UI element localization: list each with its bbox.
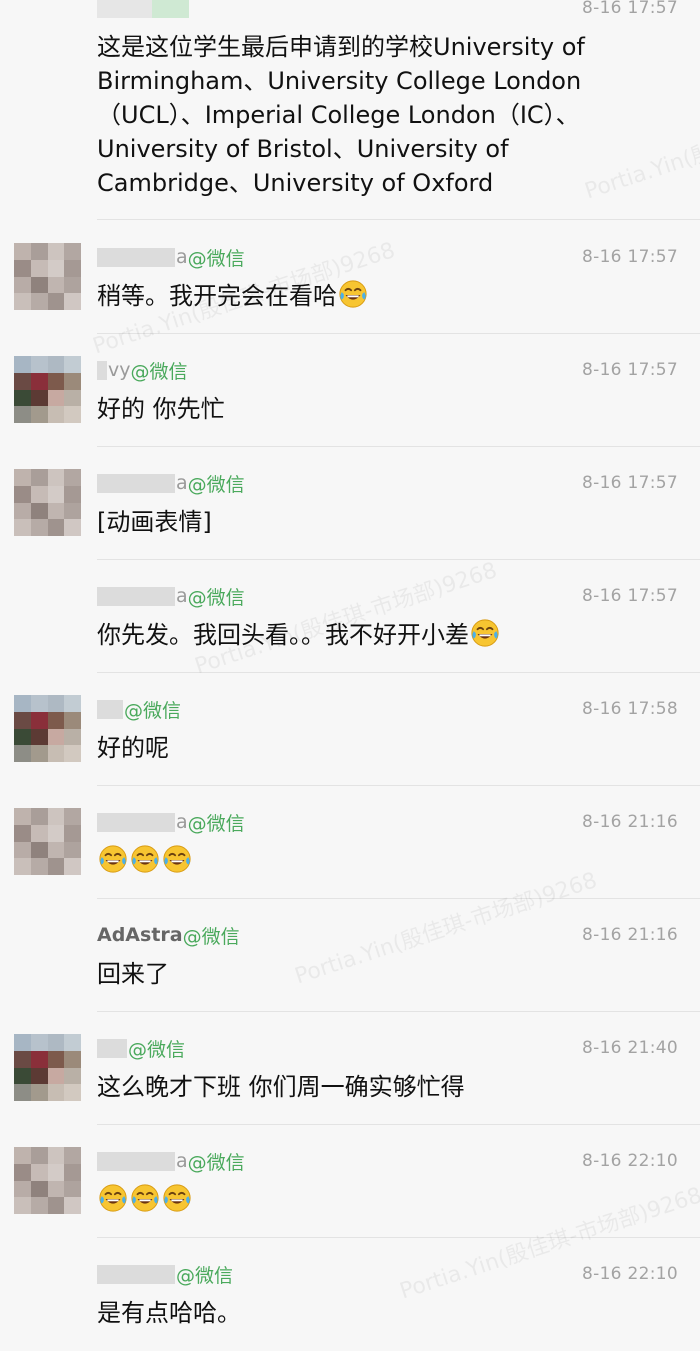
message-text: 好的 你先忙 <box>97 395 225 423</box>
message-time: 8-16 17:57 <box>582 0 678 18</box>
message-text <box>97 844 193 878</box>
chat-message[interactable]: @微信 8-16 21:40 这么晚才下班 你们周一确实够忙得 <box>0 1012 700 1125</box>
sender-name[interactable]: a @微信 <box>97 1147 245 1175</box>
chat-message[interactable]: 8-16 17:57 这是这位学生最后申请到的学校University of B… <box>0 0 700 220</box>
laughing-crying-emoji-icon <box>470 618 500 648</box>
redacted-name-block <box>97 586 175 606</box>
laughing-crying-emoji-icon <box>98 844 128 874</box>
sender-name[interactable]: @微信 <box>97 1260 233 1288</box>
chat-message[interactable]: a @微信 8-16 17:57 你先发。我回头看。。我不好开小差 <box>0 560 700 673</box>
chat-message[interactable]: vy @微信 8-16 17:57 好的 你先忙 <box>0 334 700 447</box>
message-time: 8-16 22:10 <box>582 1264 678 1284</box>
message-time: 8-16 22:10 <box>582 1151 678 1171</box>
redacted-name-block <box>97 1151 175 1171</box>
message-time: 8-16 21:16 <box>582 925 678 945</box>
redacted-name-block <box>97 1038 127 1058</box>
avatar[interactable] <box>14 808 81 875</box>
laughing-crying-emoji-icon <box>338 279 368 309</box>
chat-message[interactable]: @微信 8-16 17:58 好的呢 <box>0 673 700 786</box>
redacted-name-block <box>97 699 123 719</box>
sender-name[interactable]: a @微信 <box>97 808 245 836</box>
message-text: [动画表情] <box>97 508 212 536</box>
redacted-name-block <box>97 1264 175 1284</box>
avatar[interactable] <box>14 1034 81 1101</box>
avatar[interactable] <box>14 356 81 423</box>
chat-message[interactable]: a @微信 8-16 22:10 <box>0 1125 700 1238</box>
chat-message[interactable]: a @微信 8-16 17:57 [动画表情] <box>0 447 700 560</box>
sender-name[interactable]: AdAstra @微信 <box>97 921 240 949</box>
message-text <box>97 1183 193 1217</box>
message-text-line: Cambridge、University of Oxford <box>97 169 494 197</box>
laughing-crying-emoji-icon <box>162 844 192 874</box>
divider <box>97 219 700 220</box>
message-text: 这么晚才下班 你们周一确实够忙得 <box>97 1073 465 1101</box>
avatar[interactable] <box>14 695 81 762</box>
laughing-crying-emoji-icon <box>162 1183 192 1213</box>
redacted-name-block <box>97 812 175 832</box>
message-time: 8-16 17:57 <box>582 586 678 606</box>
message-text: 回来了 <box>97 960 169 988</box>
message-time: 8-16 17:57 <box>582 247 678 267</box>
avatar[interactable] <box>14 243 81 310</box>
chat-message[interactable]: a @微信 8-16 21:16 <box>0 786 700 899</box>
message-time: 8-16 21:40 <box>582 1038 678 1058</box>
redacted-name-block <box>97 473 175 493</box>
avatar[interactable] <box>14 1147 81 1214</box>
message-text: 你先发。我回头看。。我不好开小差 <box>97 618 501 652</box>
sender-name[interactable]: vy @微信 <box>97 356 188 384</box>
chat-message-list[interactable]: 8-16 17:57 这是这位学生最后申请到的学校University of B… <box>0 0 700 1337</box>
sender-name[interactable]: @微信 <box>97 1034 185 1062</box>
message-time: 8-16 17:58 <box>582 699 678 719</box>
laughing-crying-emoji-icon <box>130 1183 160 1213</box>
message-text-line: （UCL）、Imperial College London（IC）、 <box>97 101 580 129</box>
sender-name[interactable]: a @微信 <box>97 469 245 497</box>
message-time: 8-16 17:57 <box>582 473 678 493</box>
laughing-crying-emoji-icon <box>130 844 160 874</box>
laughing-crying-emoji-icon <box>98 1183 128 1213</box>
sender-name[interactable]: a @微信 <box>97 582 245 610</box>
sender-name[interactable]: a @微信 <box>97 243 245 271</box>
avatar[interactable] <box>14 469 81 536</box>
message-text-line: 这是这位学生最后申请到的学校University of <box>97 33 585 61</box>
sender-name-redacted <box>97 0 189 18</box>
sender-name[interactable]: @微信 <box>97 695 181 723</box>
message-text: 是有点哈哈。 <box>97 1299 241 1327</box>
message-text: 这是这位学生最后申请到的学校University of Birmingham、U… <box>97 30 672 200</box>
redacted-name-block <box>97 247 175 267</box>
redacted-name-block <box>97 360 107 380</box>
message-text: 好的呢 <box>97 734 169 762</box>
chat-message[interactable]: AdAstra @微信 8-16 21:16 回来了 <box>0 899 700 1012</box>
message-time: 8-16 21:16 <box>582 812 678 832</box>
chat-message[interactable]: @微信 8-16 22:10 是有点哈哈。 <box>0 1238 700 1351</box>
message-text-line: University of Bristol、University of <box>97 135 509 163</box>
message-time: 8-16 17:57 <box>582 360 678 380</box>
chat-message[interactable]: a @微信 8-16 17:57 稍等。我开完会在看哈 <box>0 221 700 334</box>
message-text-line: Birmingham、University College London <box>97 67 582 95</box>
message-text: 稍等。我开完会在看哈 <box>97 279 369 313</box>
